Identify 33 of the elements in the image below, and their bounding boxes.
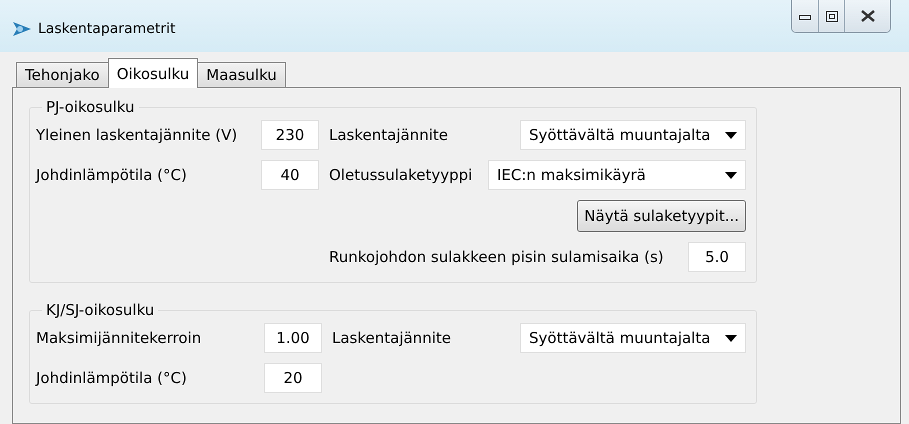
field-label: Maksimijännitekerroin [36, 329, 202, 347]
field-label: Laskentajännite [329, 126, 448, 144]
maximize-icon [826, 10, 838, 22]
minimize-button[interactable] [792, 0, 818, 32]
group-title: KJ/SJ-oikosulku [45, 301, 156, 319]
minimize-icon [799, 12, 811, 20]
caret-icon [725, 172, 737, 178]
field-label: Yleinen laskentajännite (V) [36, 126, 238, 144]
dropdown[interactable]: Syöttävältä muuntajalta [520, 120, 746, 150]
app-logo-icon [12, 20, 32, 38]
input-field[interactable]: 230 [261, 120, 319, 150]
caret-icon [725, 132, 737, 138]
group-title: PJ-oikosulku [45, 98, 136, 116]
tab[interactable]: Maasulku [197, 62, 286, 88]
field-label: Laskentajännite [332, 329, 451, 347]
maximize-button[interactable] [818, 0, 844, 32]
close-icon [860, 10, 874, 22]
tab[interactable]: Tehonjako [16, 62, 109, 88]
window-title: Laskentaparametrit [38, 21, 176, 37]
field-label: Johdinlämpötila (°C) [36, 369, 187, 387]
dropdown[interactable]: IEC:n maksimikäyrä [488, 160, 746, 190]
close-button[interactable] [844, 0, 890, 32]
show-fuse-types-button[interactable]: Näytä sulaketyypit... [577, 200, 746, 232]
tab[interactable]: Oikosulku [108, 58, 198, 88]
input-field[interactable]: 20 [264, 363, 322, 393]
input-field[interactable]: 40 [261, 160, 319, 190]
input-field[interactable]: 1.00 [264, 323, 322, 353]
field-label: Johdinlämpötila (°C) [36, 166, 187, 184]
field-label: Oletussulaketyyppi [329, 166, 472, 184]
input-field[interactable]: 5.0 [688, 242, 746, 272]
field-label: Runkojohdon sulakkeen pisin sulamisaika (s) [329, 248, 664, 266]
dropdown[interactable]: Syöttävältä muuntajalta [520, 323, 746, 353]
caret-icon [725, 334, 737, 342]
